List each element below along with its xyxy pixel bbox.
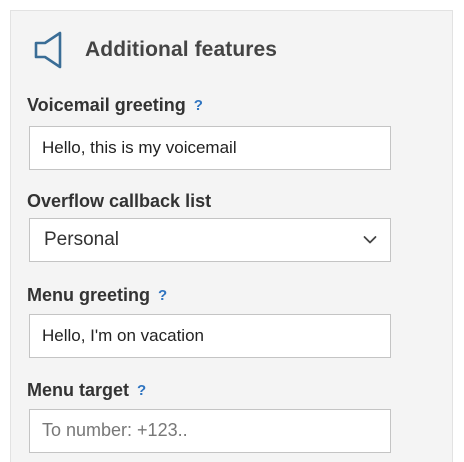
menu-target-label: Menu target ? xyxy=(27,380,146,401)
overflow-callback-list-value: Personal xyxy=(44,229,119,250)
overflow-callback-list-label: Overflow callback list xyxy=(27,191,211,212)
overflow-callback-list-select[interactable]: Personal xyxy=(29,218,391,262)
voicemail-greeting-label: Voicemail greeting ? xyxy=(27,95,203,116)
menu-greeting-label: Menu greeting ? xyxy=(27,285,167,306)
speaker-icon xyxy=(31,30,67,70)
menu-target-help-icon[interactable]: ? xyxy=(137,382,146,399)
additional-features-panel: Additional features Voicemail greeting ?… xyxy=(10,10,453,462)
voicemail-greeting-input[interactable] xyxy=(29,126,391,170)
menu-greeting-help-icon[interactable]: ? xyxy=(158,287,167,304)
panel-title: Additional features xyxy=(85,38,278,61)
voicemail-greeting-label-text: Voicemail greeting xyxy=(27,95,186,115)
overflow-callback-list-label-text: Overflow callback list xyxy=(27,191,212,211)
voicemail-greeting-help-icon[interactable]: ? xyxy=(194,97,203,114)
panel-header: Additional features xyxy=(31,30,278,70)
menu-greeting-input[interactable] xyxy=(29,314,391,358)
menu-target-label-text: Menu target xyxy=(27,380,130,400)
chevron-down-icon xyxy=(362,232,378,248)
menu-target-input[interactable] xyxy=(29,409,391,453)
menu-greeting-label-text: Menu greeting xyxy=(27,285,151,305)
